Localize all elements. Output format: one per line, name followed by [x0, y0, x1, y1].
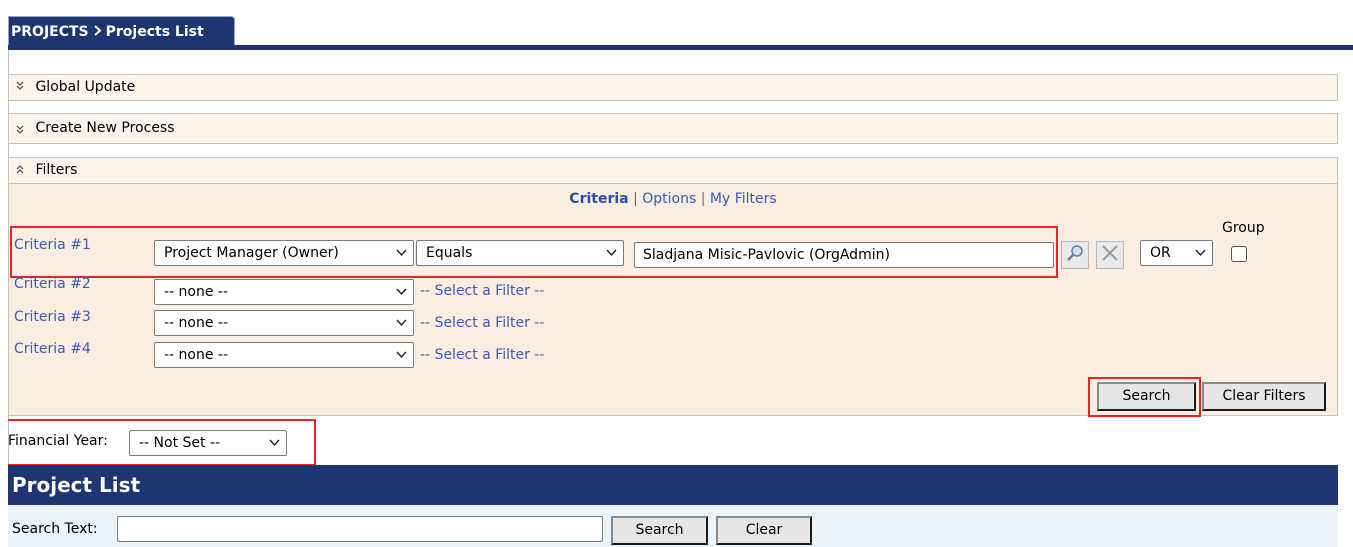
filters-header[interactable]: Filters: [8, 157, 1338, 184]
criteria-2-field-select[interactable]: -- none --: [154, 279, 414, 305]
criteria-3-hint[interactable]: -- Select a Filter --: [420, 315, 544, 331]
tab-separator: |: [633, 191, 638, 207]
criteria-3-label: Criteria #3: [14, 309, 91, 325]
search-button-highlight: [1088, 377, 1201, 417]
financial-year-highlight: [8, 419, 316, 466]
clear-criteria-button[interactable]: [1096, 241, 1124, 269]
criteria-3-field-value: -- none --: [164, 315, 229, 331]
criteria-2-hint[interactable]: -- Select a Filter --: [420, 283, 544, 299]
magnifier-icon: [1065, 243, 1085, 267]
tab-criteria[interactable]: Criteria: [569, 191, 628, 207]
breadcrumb-page: Projects List: [105, 24, 204, 40]
criteria-3-field-select[interactable]: -- none --: [154, 310, 414, 336]
project-list-title: Project List: [8, 465, 1338, 505]
criteria-4-label: Criteria #4: [14, 341, 91, 357]
criteria-4-hint[interactable]: -- Select a Filter --: [420, 347, 544, 363]
chevron-down-icon: [396, 343, 407, 367]
filters-label: Filters: [35, 162, 78, 178]
lookup-button[interactable]: [1061, 241, 1089, 269]
tab-options[interactable]: Options: [642, 191, 696, 207]
global-update-header[interactable]: Global Update: [8, 74, 1338, 101]
clear-filters-button[interactable]: Clear Filters: [1202, 382, 1326, 411]
chevron-down-icon: [1195, 241, 1206, 265]
group-label: Group: [1222, 220, 1265, 236]
tab-my-filters[interactable]: My Filters: [710, 191, 777, 207]
criteria-2-label: Criteria #2: [14, 276, 91, 292]
list-clear-button[interactable]: Clear: [716, 516, 812, 545]
breadcrumb-section: PROJECTS: [11, 24, 89, 40]
search-text-label: Search Text:: [12, 521, 98, 537]
chevron-right-icon: [93, 17, 102, 47]
criteria-1-logic-value: OR: [1150, 245, 1171, 261]
group-checkbox[interactable]: [1231, 246, 1247, 262]
chevron-down-icon: [396, 311, 407, 335]
create-process-header[interactable]: Create New Process: [8, 113, 1338, 144]
chevron-double-down-icon: [15, 75, 31, 100]
chevron-down-icon: [396, 280, 407, 304]
criteria-1-logic-select[interactable]: OR: [1140, 240, 1213, 266]
criteria-1-highlight: [10, 226, 1058, 278]
criteria-4-field-value: -- none --: [164, 347, 229, 363]
criteria-4-field-select[interactable]: -- none --: [154, 342, 414, 368]
breadcrumb-tab[interactable]: PROJECTS Projects List: [8, 16, 235, 46]
chevron-double-down-icon: [15, 114, 31, 143]
global-update-label: Global Update: [35, 79, 136, 95]
list-search-button[interactable]: Search: [611, 516, 708, 545]
tab-separator: |: [700, 191, 706, 207]
search-text-input[interactable]: [117, 516, 603, 542]
close-icon: [1100, 243, 1120, 267]
create-process-label: Create New Process: [35, 120, 175, 136]
filter-tabs: Criteria | Options | My Filters: [8, 191, 1338, 207]
criteria-2-field-value: -- none --: [164, 284, 229, 300]
chevron-double-up-icon: [15, 158, 31, 183]
